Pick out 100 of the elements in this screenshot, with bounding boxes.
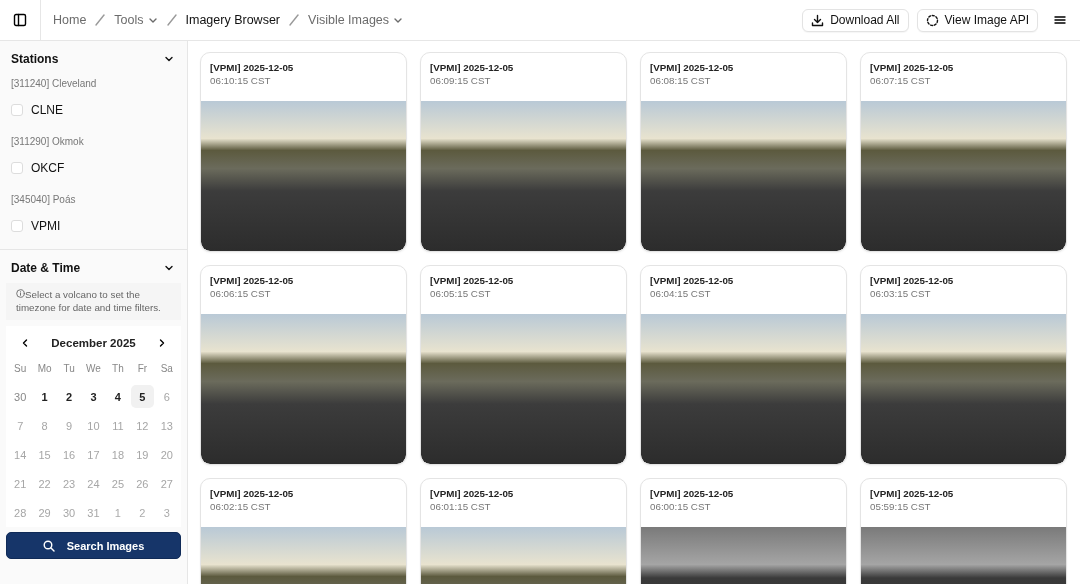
image-title: [VPMI] 2025-12-05 xyxy=(870,488,955,499)
calendar-day: 18 xyxy=(106,443,130,467)
calendar-day: 26 xyxy=(130,472,154,496)
view-api-button[interactable]: View Image API xyxy=(916,8,1038,32)
slash-icon xyxy=(166,14,177,26)
calendar-day[interactable]: 4 xyxy=(106,385,130,409)
checkbox[interactable] xyxy=(11,220,23,232)
breadcrumb-link[interactable]: Imagery Browser xyxy=(185,13,280,27)
calendar-day[interactable]: 1 xyxy=(33,385,57,409)
calendar-day: 11 xyxy=(106,414,130,438)
image-timestamp: 06:05:15 CST xyxy=(430,288,492,299)
checkbox[interactable] xyxy=(11,104,23,116)
download-icon xyxy=(811,13,825,27)
image-card[interactable]: [VPMI] 2025-12-05 06:09:15 CST xyxy=(420,52,627,252)
image-card[interactable]: [VPMI] 2025-12-05 06:08:15 CST xyxy=(640,52,847,252)
download-all-button[interactable]: Download All xyxy=(802,8,909,32)
image-title: [VPMI] 2025-12-05 xyxy=(650,62,735,73)
calendar-day[interactable]: 3 xyxy=(82,385,105,409)
calendar-day: 7 xyxy=(8,414,32,438)
image-card[interactable]: [VPMI] 2025-12-05 06:01:15 CST xyxy=(420,478,627,584)
sidebar-icon xyxy=(13,13,27,27)
image-title: [VPMI] 2025-12-05 xyxy=(870,275,955,286)
calendar-day: 30 xyxy=(57,501,81,525)
checkbox[interactable] xyxy=(11,162,23,174)
image-timestamp: 06:08:15 CST xyxy=(650,75,712,86)
image-card[interactable]: [VPMI] 2025-12-05 06:07:15 CST xyxy=(860,52,1067,252)
image-timestamp: 06:04:15 CST xyxy=(650,288,712,299)
checkbox-label: CLNE xyxy=(31,103,63,117)
calendar-day[interactable]: 30 xyxy=(8,385,32,409)
calendar-day: 13 xyxy=(155,414,179,438)
image-timestamp: 06:01:15 CST xyxy=(430,501,492,512)
info-icon xyxy=(16,289,25,298)
calendar-day: 23 xyxy=(57,472,81,496)
checkbox-label: VPMI xyxy=(31,219,61,233)
calendar-day: 22 xyxy=(33,472,57,496)
weekday-label: Su xyxy=(14,363,27,377)
image-card[interactable]: [VPMI] 2025-12-05 06:00:15 CST xyxy=(640,478,847,584)
weekday-label: Mo xyxy=(37,363,52,377)
calendar-day: 31 xyxy=(82,501,105,525)
image-timestamp: 06:06:15 CST xyxy=(210,288,272,299)
calendar-day: 21 xyxy=(8,472,32,496)
image-title: [VPMI] 2025-12-05 xyxy=(430,488,515,499)
image-timestamp: 06:10:15 CST xyxy=(210,75,272,86)
calendar-day: 19 xyxy=(130,443,154,467)
image-title: [VPMI] 2025-12-05 xyxy=(650,275,735,286)
slash-icon xyxy=(95,14,106,26)
calendar-day: 17 xyxy=(82,443,105,467)
breadcrumb-link[interactable]: Visible Images xyxy=(308,13,404,27)
image-timestamp: 05:59:15 CST xyxy=(870,501,932,512)
slash-icon xyxy=(289,14,299,26)
dashed-circle-icon xyxy=(925,13,939,27)
breadcrumb-link[interactable]: Tools xyxy=(114,13,158,27)
image-card[interactable]: [VPMI] 2025-12-05 06:02:15 CST xyxy=(200,478,407,584)
image-timestamp: 06:00:15 CST xyxy=(650,501,712,512)
calendar-day: 1 xyxy=(106,501,130,525)
image-title: [VPMI] 2025-12-05 xyxy=(430,62,515,73)
calendar-day: 20 xyxy=(155,443,179,467)
calendar-day[interactable]: 5 xyxy=(130,385,154,409)
calendar-day: 2 xyxy=(130,501,154,525)
calendar-day: 10 xyxy=(82,414,105,438)
calendar-day: 24 xyxy=(82,472,105,496)
calendar-day: 6 xyxy=(155,385,179,409)
image-card[interactable]: [VPMI] 2025-12-05 06:10:15 CST xyxy=(200,52,407,252)
image-card[interactable]: [VPMI] 2025-12-05 06:05:15 CST xyxy=(420,265,627,465)
weekday-label: Sa xyxy=(160,363,173,377)
menu-icon xyxy=(1054,14,1066,26)
search-icon xyxy=(42,539,55,552)
section-header[interactable]: Date & Time xyxy=(0,250,187,281)
calendar-day: 3 xyxy=(155,501,179,525)
calendar-day: 8 xyxy=(33,414,57,438)
weekday-label: Fr xyxy=(137,363,148,377)
calendar-day: 28 xyxy=(8,501,32,525)
weekday-label: We xyxy=(86,363,101,377)
calendar-day: 14 xyxy=(8,443,32,467)
calendar-day: 29 xyxy=(33,501,57,525)
image-title: [VPMI] 2025-12-05 xyxy=(210,275,295,286)
image-title: [VPMI] 2025-12-05 xyxy=(650,488,735,499)
calendar-day: 27 xyxy=(155,472,179,496)
calendar-day[interactable]: 2 xyxy=(57,385,81,409)
calendar-day: 9 xyxy=(57,414,81,438)
station-group-label: [311290] Okmok xyxy=(10,135,85,149)
image-card[interactable]: [VPMI] 2025-12-05 06:03:15 CST xyxy=(860,265,1067,465)
image-timestamp: 06:09:15 CST xyxy=(430,75,492,86)
image-title: [VPMI] 2025-12-05 xyxy=(210,488,295,499)
station-group-label: [345040] Poás xyxy=(10,193,77,207)
calendar-day: 15 xyxy=(33,443,57,467)
calendar-day: 25 xyxy=(106,472,130,496)
image-card[interactable]: [VPMI] 2025-12-05 05:59:15 CST xyxy=(860,478,1067,584)
section-header[interactable]: Stations xyxy=(0,41,187,72)
calendar-day: 12 xyxy=(130,414,154,438)
image-title: [VPMI] 2025-12-05 xyxy=(870,62,955,73)
image-card[interactable]: [VPMI] 2025-12-05 06:04:15 CST xyxy=(640,265,847,465)
breadcrumb-link[interactable]: Home xyxy=(53,13,87,27)
search-images-button[interactable]: Search Images xyxy=(6,532,181,560)
image-timestamp: 06:03:15 CST xyxy=(870,288,932,299)
image-title: [VPMI] 2025-12-05 xyxy=(210,62,295,73)
image-timestamp: 06:02:15 CST xyxy=(210,501,272,512)
image-card[interactable]: [VPMI] 2025-12-05 06:06:15 CST xyxy=(200,265,407,465)
weekday-label: Th xyxy=(112,363,124,377)
chevron-left-icon xyxy=(20,338,30,349)
